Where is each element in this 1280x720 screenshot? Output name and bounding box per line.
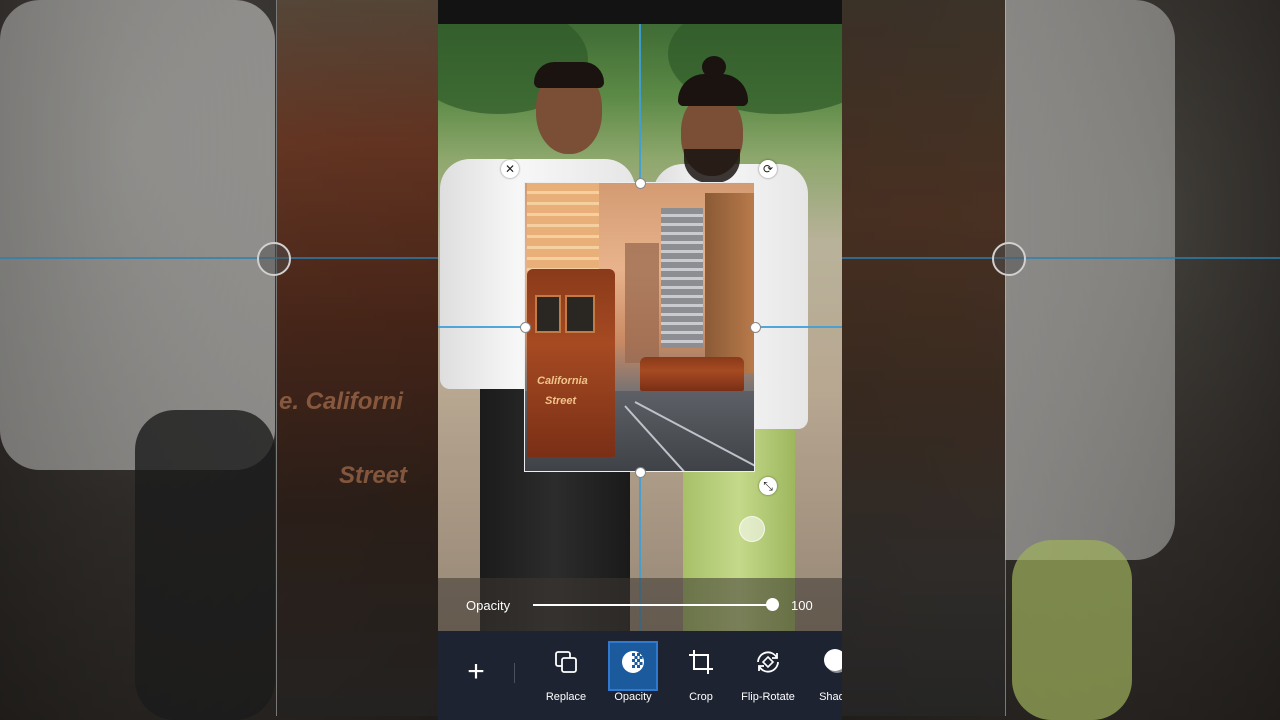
floating-touch-indicator[interactable]	[739, 516, 765, 542]
tool-replace[interactable]: Replace	[534, 639, 598, 711]
tool-shadow[interactable]: Shado	[803, 639, 842, 711]
replace-icon	[555, 651, 577, 673]
blurred-tram-image-right	[842, 0, 1006, 716]
tool-opacity[interactable]: Opacity	[601, 639, 665, 711]
resize-handle-bottom[interactable]	[635, 467, 646, 478]
blurred-pants-right	[1012, 540, 1132, 720]
tool-crop[interactable]: Crop	[669, 639, 733, 711]
opacity-panel: Opacity 100	[438, 578, 842, 631]
building-center	[661, 208, 703, 348]
tool-flip-rotate[interactable]: Flip-Rotate	[736, 639, 800, 711]
cable-car-front: California Street	[527, 269, 615, 457]
status-bar	[438, 0, 842, 24]
tram-window	[535, 295, 561, 333]
close-icon[interactable]: ✕	[501, 160, 519, 178]
blurred-guide-knob-right	[992, 242, 1026, 276]
toolbar-divider	[514, 663, 515, 683]
resize-handle-left[interactable]	[520, 322, 531, 333]
blurred-guide-line	[0, 257, 438, 259]
hair-right	[678, 74, 748, 106]
blurred-tram-sign-2: Street	[339, 462, 408, 489]
blurred-shirt-right	[1005, 0, 1175, 560]
blurred-tram-image: e. Californi Street	[276, 0, 438, 716]
photo-editor-screen: California Street ✕ ⟳ ⤡ Opacity 100 + Re…	[438, 0, 842, 720]
blurred-tram-sign: e. Californi	[279, 388, 404, 415]
shadow-icon	[824, 649, 842, 673]
background-blur-left: e. Californi Street	[0, 0, 438, 720]
building-right	[705, 193, 754, 373]
rotate-icon[interactable]: ⟳	[759, 160, 777, 178]
tram-sign-line1: California	[537, 375, 588, 387]
hair-left	[534, 62, 604, 88]
overlay-image-layer[interactable]: California Street	[524, 182, 755, 472]
opacity-label: Opacity	[466, 598, 511, 613]
scale-icon[interactable]: ⤡	[759, 477, 777, 495]
opacity-slider-thumb[interactable]	[766, 598, 779, 611]
blurred-guide-knob	[257, 242, 291, 276]
background-blur-right	[842, 0, 1280, 720]
blurred-pants	[135, 410, 275, 720]
blurred-shirt	[0, 0, 275, 470]
resize-handle-top[interactable]	[635, 178, 646, 189]
crop-icon	[689, 650, 713, 674]
tram-window-2	[565, 295, 595, 333]
plus-icon[interactable]: +	[462, 657, 490, 687]
hair-bun	[702, 56, 726, 78]
tram-rail-2	[624, 405, 713, 471]
editing-canvas[interactable]: California Street ✕ ⟳ ⤡	[438, 24, 842, 631]
opacity-value: 100	[791, 598, 813, 613]
cable-car-distant	[640, 357, 744, 391]
tool-shadow-label: Shado	[819, 691, 842, 703]
bottom-toolbar: + Replace Opacity Crop Flip-Rotate Shad	[438, 631, 842, 720]
opacity-icon	[622, 651, 644, 673]
flip-rotate-icon	[757, 651, 779, 673]
blurred-guide-line-right	[842, 257, 1280, 259]
building-far	[625, 243, 659, 363]
tram-sign-line2: Street	[545, 395, 577, 407]
resize-handle-right[interactable]	[750, 322, 761, 333]
opacity-slider-track[interactable]	[533, 604, 773, 606]
